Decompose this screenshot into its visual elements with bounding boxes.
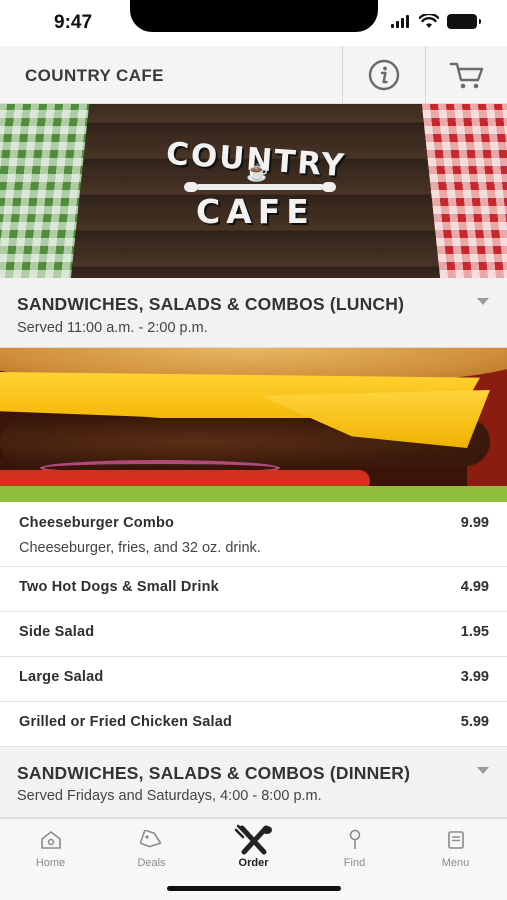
chevron-down-icon xyxy=(477,298,489,305)
tab-deals[interactable]: Deals xyxy=(101,827,202,877)
battery-icon xyxy=(447,14,481,29)
menu-item-chicken-salad[interactable]: Grilled or Fried Chicken Salad 5.99 xyxy=(0,702,507,747)
book-icon xyxy=(447,831,464,849)
lettuce xyxy=(0,486,507,502)
item-description: Cheeseburger, fries, and 32 oz. drink. xyxy=(19,540,261,556)
utensils-icon xyxy=(234,824,272,855)
tab-label: Home xyxy=(35,857,66,869)
home-icon xyxy=(40,831,61,849)
menu-item-side-salad[interactable]: Side Salad 1.95 xyxy=(0,612,507,657)
tab-label: Find xyxy=(343,857,366,869)
app-header: COUNTRY CAFE xyxy=(0,46,507,104)
notch xyxy=(130,0,378,32)
info-icon xyxy=(368,59,399,91)
item-price: 1.95 xyxy=(460,624,489,640)
wifi-icon xyxy=(419,14,439,28)
info-button[interactable] xyxy=(342,46,424,104)
item-name: Two Hot Dogs & Small Drink xyxy=(19,579,219,595)
item-price: 5.99 xyxy=(460,714,489,730)
rolling-pin-icon xyxy=(184,182,336,192)
item-price: 4.99 xyxy=(460,579,489,595)
status-bar: 9:47 xyxy=(0,0,507,46)
red-checkered-cloth xyxy=(421,104,507,278)
item-name: Large Salad xyxy=(19,669,104,685)
item-name: Cheeseburger Combo xyxy=(19,515,175,531)
item-name: Grilled or Fried Chicken Salad xyxy=(19,714,233,730)
tab-label: Order xyxy=(238,857,269,869)
status-icons xyxy=(391,14,481,29)
hero-banner: COUNTRY ☕ CAFE xyxy=(0,104,507,278)
section-subtitle: Served Fridays and Saturdays, 4:00 - 8:0… xyxy=(17,788,322,804)
menu-item-cheeseburger-combo[interactable]: Cheeseburger Combo 9.99 Cheeseburger, fr… xyxy=(0,502,507,567)
home-indicator[interactable] xyxy=(167,886,341,891)
cart-icon xyxy=(449,62,483,89)
item-price: 3.99 xyxy=(460,669,489,685)
section-header-lunch[interactable]: SANDWICHES, SALADS & COMBOS (LUNCH) Serv… xyxy=(0,278,507,348)
tab-label: Menu xyxy=(441,857,470,869)
item-name: Side Salad xyxy=(19,624,95,640)
status-time: 9:47 xyxy=(54,12,93,33)
tab-label: Deals xyxy=(137,857,166,869)
menu-item-two-hot-dogs[interactable]: Two Hot Dogs & Small Drink 4.99 xyxy=(0,567,507,612)
tab-menu[interactable]: Menu xyxy=(405,827,506,877)
section-header-dinner[interactable]: SANDWICHES, SALADS & COMBOS (DINNER) Ser… xyxy=(0,747,507,818)
tab-home[interactable]: Home xyxy=(0,827,101,877)
logo-text-cafe: CAFE xyxy=(196,192,315,231)
section-title: SANDWICHES, SALADS & COMBOS (DINNER) xyxy=(17,763,411,783)
green-checkered-cloth xyxy=(0,104,90,278)
page-title: COUNTRY CAFE xyxy=(25,66,164,85)
chevron-down-icon xyxy=(477,767,489,774)
menu-item-large-salad[interactable]: Large Salad 3.99 xyxy=(0,657,507,702)
section-subtitle: Served 11:00 a.m. - 2:00 p.m. xyxy=(17,320,208,336)
tab-order[interactable]: Order xyxy=(203,824,304,877)
section-title: SANDWICHES, SALADS & COMBOS (LUNCH) xyxy=(17,294,405,314)
country-cafe-logo: COUNTRY ☕ CAFE xyxy=(160,132,360,262)
cheeseburger-image xyxy=(0,348,507,502)
coffee-cup-icon: ☕ xyxy=(246,162,269,182)
pin-icon xyxy=(349,829,360,849)
item-price: 9.99 xyxy=(460,515,489,531)
tab-find[interactable]: Find xyxy=(304,827,405,877)
tag-icon xyxy=(139,830,161,848)
signal-icon xyxy=(391,15,409,28)
cart-button[interactable] xyxy=(425,46,507,104)
